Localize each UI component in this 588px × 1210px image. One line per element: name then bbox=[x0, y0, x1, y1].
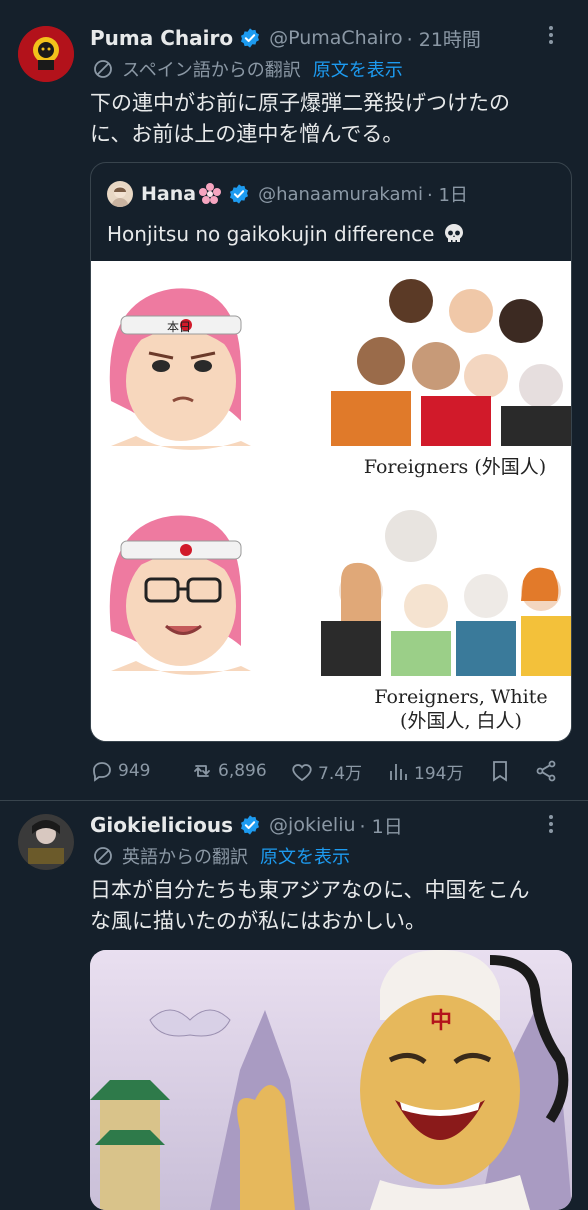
caption-foreigners-white: Foreigners, White bbox=[374, 686, 547, 708]
tweet-body: 下の連中がお前に原子爆弾二発投げつけたの に、お前は上の連中を憎んでる。 bbox=[90, 88, 510, 150]
author-name[interactable]: Giokielicious bbox=[90, 813, 233, 837]
bookmark-icon bbox=[493, 761, 507, 782]
heart-icon bbox=[292, 763, 312, 781]
headband-text: 本日 bbox=[167, 320, 191, 334]
translate-globe-icon bbox=[94, 847, 112, 865]
tweet-timestamp[interactable]: · 1日 bbox=[360, 812, 403, 839]
hat-character: 中 bbox=[430, 1009, 452, 1034]
tweet-puma-chairo[interactable]: Puma Chairo @PumaChairo · 21時間 スペイン語からの翻… bbox=[0, 0, 588, 800]
bookmark-button[interactable] bbox=[488, 759, 516, 783]
translate-globe-icon bbox=[94, 60, 112, 78]
tweet-body-line: に、お前は上の連中を憎んでる。 bbox=[90, 122, 404, 146]
more-options-icon[interactable] bbox=[540, 24, 562, 52]
skull-icon bbox=[445, 224, 464, 242]
tweet-body-line: な風に描いたのが私にはおかしい。 bbox=[90, 909, 426, 933]
like-count: 7.4万 bbox=[318, 764, 363, 784]
show-original-link[interactable]: 原文を表示 bbox=[260, 843, 350, 869]
author-name[interactable]: Puma Chairo bbox=[90, 26, 233, 50]
avatar[interactable] bbox=[18, 26, 74, 82]
quoted-author-handle[interactable]: @hanaamurakami bbox=[258, 184, 423, 205]
cherry-blossom-icon bbox=[199, 183, 222, 204]
translation-notice: スペイン語からの翻訳 bbox=[122, 60, 301, 81]
quoted-timestamp[interactable]: · 1日 bbox=[427, 181, 468, 207]
retweet-count: 6,896 bbox=[218, 761, 267, 781]
retweet-icon bbox=[194, 765, 210, 777]
caption-foreigners-white-jp: (外国人, 白人) bbox=[400, 710, 522, 732]
author-handle[interactable]: @jokieliu bbox=[269, 814, 355, 836]
verified-badge-icon bbox=[230, 184, 249, 204]
author-handle[interactable]: @PumaChairo bbox=[269, 27, 403, 49]
reply-count: 949 bbox=[118, 761, 151, 781]
tweet-timestamp[interactable]: · 21時間 bbox=[407, 25, 481, 52]
tweet-body: 日本が自分たちも東アジアなのに、中国をこん な風に描いたのが私にはおかしい。 bbox=[90, 875, 530, 937]
lion-logo-icon bbox=[18, 26, 74, 82]
view-count: 194万 bbox=[414, 764, 464, 784]
reply-icon bbox=[93, 762, 111, 782]
like-button[interactable]: 7.4万 bbox=[290, 759, 362, 784]
pagoda-illustration bbox=[90, 1080, 170, 1210]
tweet-body-line: 日本が自分たちも東アジアなのに、中国をこん bbox=[90, 878, 530, 902]
retweet-button[interactable]: 6,896 bbox=[190, 759, 267, 783]
more-options-icon[interactable] bbox=[540, 813, 562, 841]
verified-badge-icon bbox=[241, 28, 260, 48]
quoted-text: Honjitsu no gaikokujin difference bbox=[107, 222, 435, 246]
verified-badge-icon bbox=[241, 815, 260, 835]
avatar[interactable] bbox=[18, 814, 74, 870]
translation-notice: 英語からの翻訳 bbox=[122, 847, 248, 868]
caption-foreigners: Foreigners (外国人) bbox=[364, 456, 546, 478]
quoted-author-name[interactable]: Hana bbox=[141, 183, 196, 205]
quoted-tweet-card[interactable]: Hana @hanaamurakami · 1日 Honjitsu no gai… bbox=[90, 162, 572, 742]
tweet-body-line: 下の連中がお前に原子爆弾二発投げつけたの bbox=[90, 91, 510, 115]
share-button[interactable] bbox=[534, 759, 562, 783]
views-button[interactable]: 194万 bbox=[386, 759, 463, 784]
reply-button[interactable]: 949 bbox=[90, 759, 150, 783]
share-icon bbox=[536, 760, 556, 782]
views-chart-icon bbox=[390, 763, 407, 780]
show-original-link[interactable]: 原文を表示 bbox=[313, 56, 403, 82]
quoted-avatar[interactable] bbox=[107, 181, 133, 207]
tweet-action-bar: 949 6,896 7.4万 194万 bbox=[90, 755, 560, 787]
meme-image[interactable]: 本日 Foreigners (外国人) Foreigners, White (外… bbox=[91, 261, 571, 741]
tweet-media-image[interactable]: 中 bbox=[90, 950, 572, 1210]
